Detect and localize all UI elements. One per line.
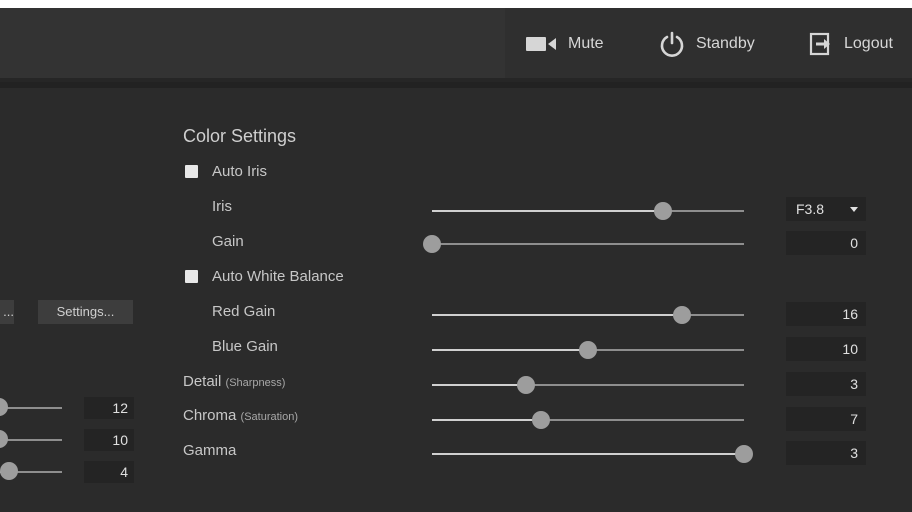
chroma-slider-fill <box>432 419 542 421</box>
top-edge <box>0 0 912 8</box>
left-slider-3-thumb[interactable] <box>0 462 18 480</box>
chroma-label: Chroma (Saturation) <box>183 407 298 424</box>
iris-select-value: F3.8 <box>796 201 825 217</box>
gain-slider-track[interactable] <box>432 243 744 245</box>
chroma-label-text: Chroma <box>183 407 237 424</box>
detail-label: Detail (Sharpness) <box>183 373 285 390</box>
auto-white-balance-checkbox[interactable] <box>185 270 198 283</box>
blue-gain-slider-fill <box>432 349 588 351</box>
detail-label-text: Detail <box>183 373 222 390</box>
section-divider <box>0 82 912 88</box>
power-icon <box>658 30 686 58</box>
settings-button[interactable]: Settings... <box>38 300 133 324</box>
gain-value[interactable]: 0 <box>786 231 866 255</box>
blue-gain-value[interactable]: 10 <box>786 337 866 361</box>
auto-iris-checkbox[interactable] <box>185 165 198 178</box>
detail-sublabel: (Sharpness) <box>225 377 286 389</box>
red-gain-slider-track[interactable] <box>432 314 744 316</box>
iris-slider-fill <box>432 210 663 212</box>
blue-gain-label: Blue Gain <box>212 338 278 355</box>
iris-slider-track[interactable] <box>432 210 744 212</box>
auto-iris-label: Auto Iris <box>212 163 268 180</box>
gamma-value[interactable]: 3 <box>786 441 866 465</box>
gamma-slider-track[interactable] <box>432 453 744 455</box>
left-slider-1-track[interactable] <box>0 407 62 409</box>
left-value-2[interactable]: 10 <box>84 429 134 451</box>
partial-settings-button[interactable]: ... <box>0 300 14 324</box>
gamma-label: Gamma <box>183 442 237 459</box>
blue-gain-slider-thumb[interactable] <box>579 341 597 359</box>
left-value-1[interactable]: 12 <box>84 397 134 419</box>
red-gain-label: Red Gain <box>212 303 276 320</box>
red-gain-slider-fill <box>432 314 682 316</box>
left-value-3[interactable]: 4 <box>84 461 134 483</box>
red-gain-value[interactable]: 16 <box>786 302 866 326</box>
chroma-slider-track[interactable] <box>432 419 744 421</box>
video-camera-icon <box>526 34 558 54</box>
iris-label: Iris <box>212 198 232 215</box>
logout-label: Logout <box>844 35 893 52</box>
detail-slider-thumb[interactable] <box>516 376 535 394</box>
chevron-down-icon <box>850 207 858 212</box>
logout-icon <box>808 31 834 57</box>
top-bar <box>0 0 912 82</box>
logout-button[interactable]: Logout <box>808 26 893 62</box>
left-slider-2-track[interactable] <box>0 439 62 441</box>
gain-label: Gain <box>212 233 244 250</box>
detail-value[interactable]: 3 <box>786 372 866 396</box>
detail-slider-track[interactable] <box>432 384 744 386</box>
gamma-slider-thumb[interactable] <box>735 445 753 463</box>
iris-slider-thumb[interactable] <box>653 202 672 220</box>
partial-button-label: ... <box>3 304 14 319</box>
mute-label: Mute <box>568 35 604 52</box>
chroma-value[interactable]: 7 <box>786 407 866 431</box>
mute-button[interactable]: Mute <box>526 26 604 62</box>
gain-slider-thumb[interactable] <box>423 235 441 253</box>
color-settings-title: Color Settings <box>183 126 297 146</box>
main-panel <box>0 88 912 512</box>
iris-select[interactable]: F3.8 <box>786 197 866 221</box>
detail-slider-fill <box>432 384 526 386</box>
gamma-slider-fill <box>432 453 744 455</box>
red-gain-slider-thumb[interactable] <box>672 306 691 324</box>
standby-button[interactable]: Standby <box>658 26 755 62</box>
standby-label: Standby <box>696 35 755 52</box>
chroma-sublabel: (Saturation) <box>240 411 299 423</box>
auto-white-balance-label: Auto White Balance <box>212 268 344 285</box>
